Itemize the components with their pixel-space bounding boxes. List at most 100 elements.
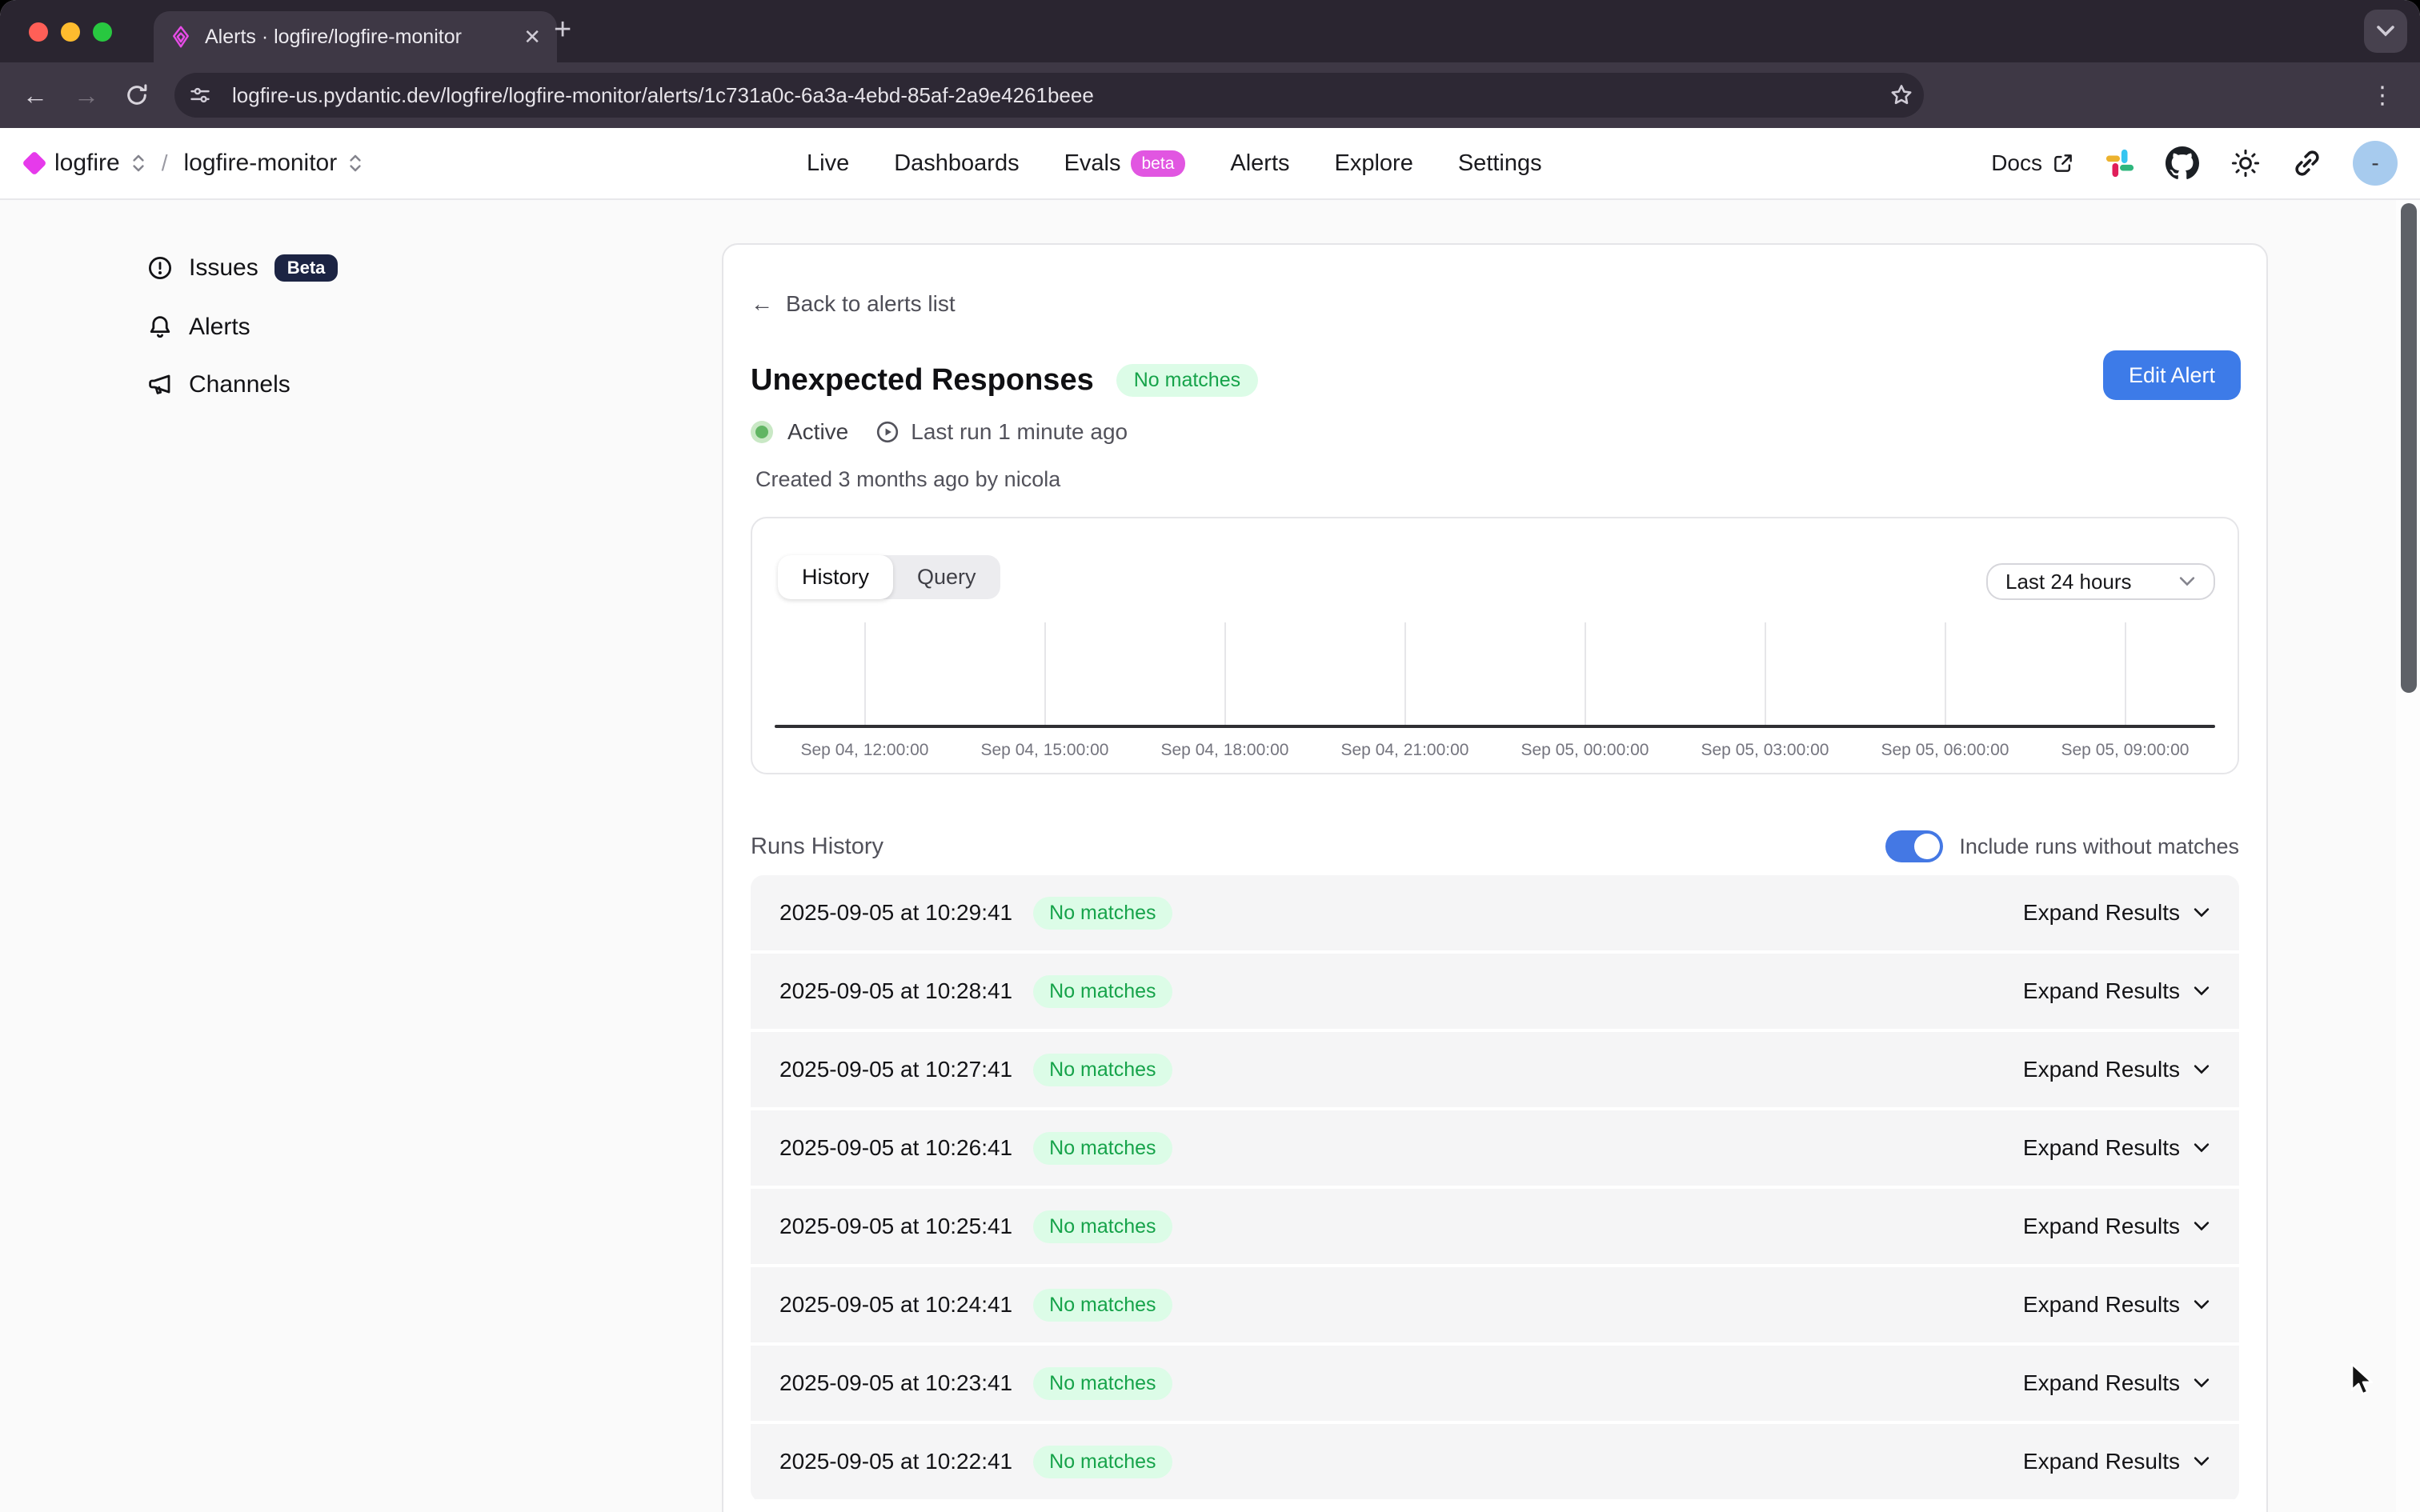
tab-query[interactable]: Query (893, 555, 1000, 599)
new-tab-button[interactable]: + (554, 14, 571, 45)
tab-history[interactable]: History (778, 555, 893, 599)
expand-results-button[interactable]: Expand Results (2023, 978, 2210, 1004)
page-scrollbar-thumb[interactable] (2401, 203, 2417, 693)
expand-results-button[interactable]: Expand Results (2023, 1214, 2210, 1239)
share-link-icon[interactable] (2292, 148, 2322, 178)
expand-results-button[interactable]: Expand Results (2023, 900, 2210, 926)
include-runs-toggle[interactable] (1885, 830, 1943, 862)
zoom-window-button[interactable] (93, 22, 112, 42)
favicon-logfire-icon (170, 26, 192, 48)
minimize-window-button[interactable] (61, 22, 80, 42)
breadcrumb-separator: / (162, 150, 168, 176)
nav-evals[interactable]: Evals beta (1064, 150, 1186, 177)
run-timestamp: 2025-09-05 at 10:29:41 (779, 900, 1012, 926)
logfire-logo-icon (22, 150, 46, 175)
chevron-down-icon (2193, 986, 2210, 997)
sidebar-item-alerts[interactable]: Alerts (147, 314, 250, 341)
chevron-down-icon (2193, 907, 2210, 918)
project-selector-icon[interactable] (348, 153, 363, 174)
chart-tick: Sep 05, 03:00:00 (1675, 728, 1855, 760)
run-timestamp: 2025-09-05 at 10:25:41 (779, 1214, 1012, 1239)
chart-gridlines (775, 622, 2215, 725)
history-query-tabs: History Query (778, 555, 1000, 599)
slack-icon[interactable] (2105, 148, 2135, 178)
include-runs-toggle-label: Include runs without matches (1959, 834, 2239, 859)
run-status-badge: No matches (1033, 1446, 1172, 1478)
chart-gridline (1135, 622, 1315, 725)
chart-tick: Sep 04, 21:00:00 (1315, 728, 1495, 760)
browser-tab[interactable]: Alerts · logfire/logfire-monitor ✕ (154, 11, 557, 62)
run-row: 2025-09-05 at 10:24:41 No matches Expand… (751, 1267, 2239, 1346)
expand-results-button[interactable]: Expand Results (2023, 1292, 2210, 1318)
nav-dashboards[interactable]: Dashboards (894, 150, 1019, 177)
history-panel: History Query Last 24 hours Sep 04, 12:0… (751, 517, 2239, 774)
run-row: 2025-09-05 at 10:27:41 No matches Expand… (751, 1032, 2239, 1110)
address-bar[interactable]: logfire-us.pydantic.dev/logfire/logfire-… (174, 73, 1924, 118)
chart-tick: Sep 04, 18:00:00 (1135, 728, 1315, 760)
chart-gridline (1315, 622, 1495, 725)
run-status-badge: No matches (1033, 897, 1172, 930)
docs-link[interactable]: Docs (1991, 150, 2074, 176)
chart-gridline (1855, 622, 2035, 725)
chart-tick: Sep 05, 06:00:00 (1855, 728, 2035, 760)
chart-gridline (2035, 622, 2215, 725)
active-status-label: Active (787, 419, 848, 445)
bell-icon (147, 314, 173, 340)
alert-title: Unexpected Responses (751, 363, 1094, 398)
alert-detail-card: ← Back to alerts list Unexpected Respons… (722, 243, 2268, 1512)
user-avatar[interactable]: - (2353, 141, 2398, 186)
site-settings-icon[interactable] (182, 78, 218, 113)
arrow-left-icon: ← (751, 291, 773, 317)
close-window-button[interactable] (29, 22, 48, 42)
sidebar-item-issues[interactable]: Issues Beta (147, 254, 338, 282)
run-timestamp: 2025-09-05 at 10:24:41 (779, 1292, 1012, 1318)
back-to-alerts-link[interactable]: ← Back to alerts list (751, 291, 956, 317)
chart-tick: Sep 04, 12:00:00 (775, 728, 955, 760)
run-status-badge: No matches (1033, 1210, 1172, 1243)
tab-search-button[interactable] (2364, 10, 2407, 53)
github-icon[interactable] (2166, 146, 2199, 180)
reload-button[interactable] (125, 83, 149, 107)
chart-tick-labels: Sep 04, 12:00:00Sep 04, 15:00:00Sep 04, … (775, 728, 2215, 760)
run-timestamp: 2025-09-05 at 10:22:41 (779, 1449, 1012, 1474)
org-selector-icon[interactable] (131, 153, 146, 174)
nav-live[interactable]: Live (807, 150, 849, 177)
run-status-badge: No matches (1033, 975, 1172, 1008)
nav-settings[interactable]: Settings (1458, 150, 1542, 177)
run-row: 2025-09-05 at 10:26:41 No matches Expand… (751, 1110, 2239, 1189)
issues-beta-badge: Beta (274, 254, 339, 282)
nav-explore[interactable]: Explore (1335, 150, 1413, 177)
run-timestamp: 2025-09-05 at 10:28:41 (779, 978, 1012, 1004)
play-circle-icon (875, 420, 899, 444)
app-header: logfire / logfire-monitor Live Dashboard… (0, 128, 2420, 200)
chart-gridline (775, 622, 955, 725)
expand-results-button[interactable]: Expand Results (2023, 1370, 2210, 1396)
run-row: 2025-09-05 at 10:23:41 No matches Expand… (751, 1346, 2239, 1424)
time-range-select[interactable]: Last 24 hours (1986, 563, 2215, 600)
runs-list: 2025-09-05 at 10:29:41 No matches Expand… (751, 875, 2239, 1502)
expand-results-button[interactable]: Expand Results (2023, 1135, 2210, 1161)
window-controls (29, 22, 112, 42)
theme-toggle-sun-icon[interactable] (2230, 147, 2262, 179)
bookmark-star-icon[interactable] (1889, 82, 1914, 108)
expand-results-button[interactable]: Expand Results (2023, 1449, 2210, 1474)
nav-alerts[interactable]: Alerts (1230, 150, 1289, 177)
main-nav: Live Dashboards Evals beta Alerts Explor… (807, 128, 1542, 198)
sidebar-item-channels[interactable]: Channels (147, 371, 290, 398)
browser-toolbar: ← → logfire-us.pydantic.dev/logfire/logf… (0, 62, 2420, 128)
run-row: 2025-09-05 at 10:22:41 No matches Expand… (751, 1424, 2239, 1502)
close-tab-icon[interactable]: ✕ (523, 26, 541, 47)
expand-results-button[interactable]: Expand Results (2023, 1057, 2210, 1082)
page-body: Issues Beta Alerts Channels ← Back to al… (0, 200, 2420, 1512)
forward-button[interactable]: → (74, 82, 99, 108)
run-timestamp: 2025-09-05 at 10:27:41 (779, 1057, 1012, 1082)
issue-alert-icon (147, 255, 173, 281)
edit-alert-button[interactable]: Edit Alert (2103, 350, 2241, 400)
project-switcher[interactable]: logfire-monitor (184, 150, 338, 177)
run-status-badge: No matches (1033, 1367, 1172, 1400)
org-switcher[interactable]: logfire (54, 150, 120, 177)
browser-menu-icon[interactable]: ⋮ (2370, 82, 2394, 110)
back-button[interactable]: ← (22, 82, 48, 108)
chevron-down-icon (2193, 1142, 2210, 1154)
run-row: 2025-09-05 at 10:25:41 No matches Expand… (751, 1189, 2239, 1267)
